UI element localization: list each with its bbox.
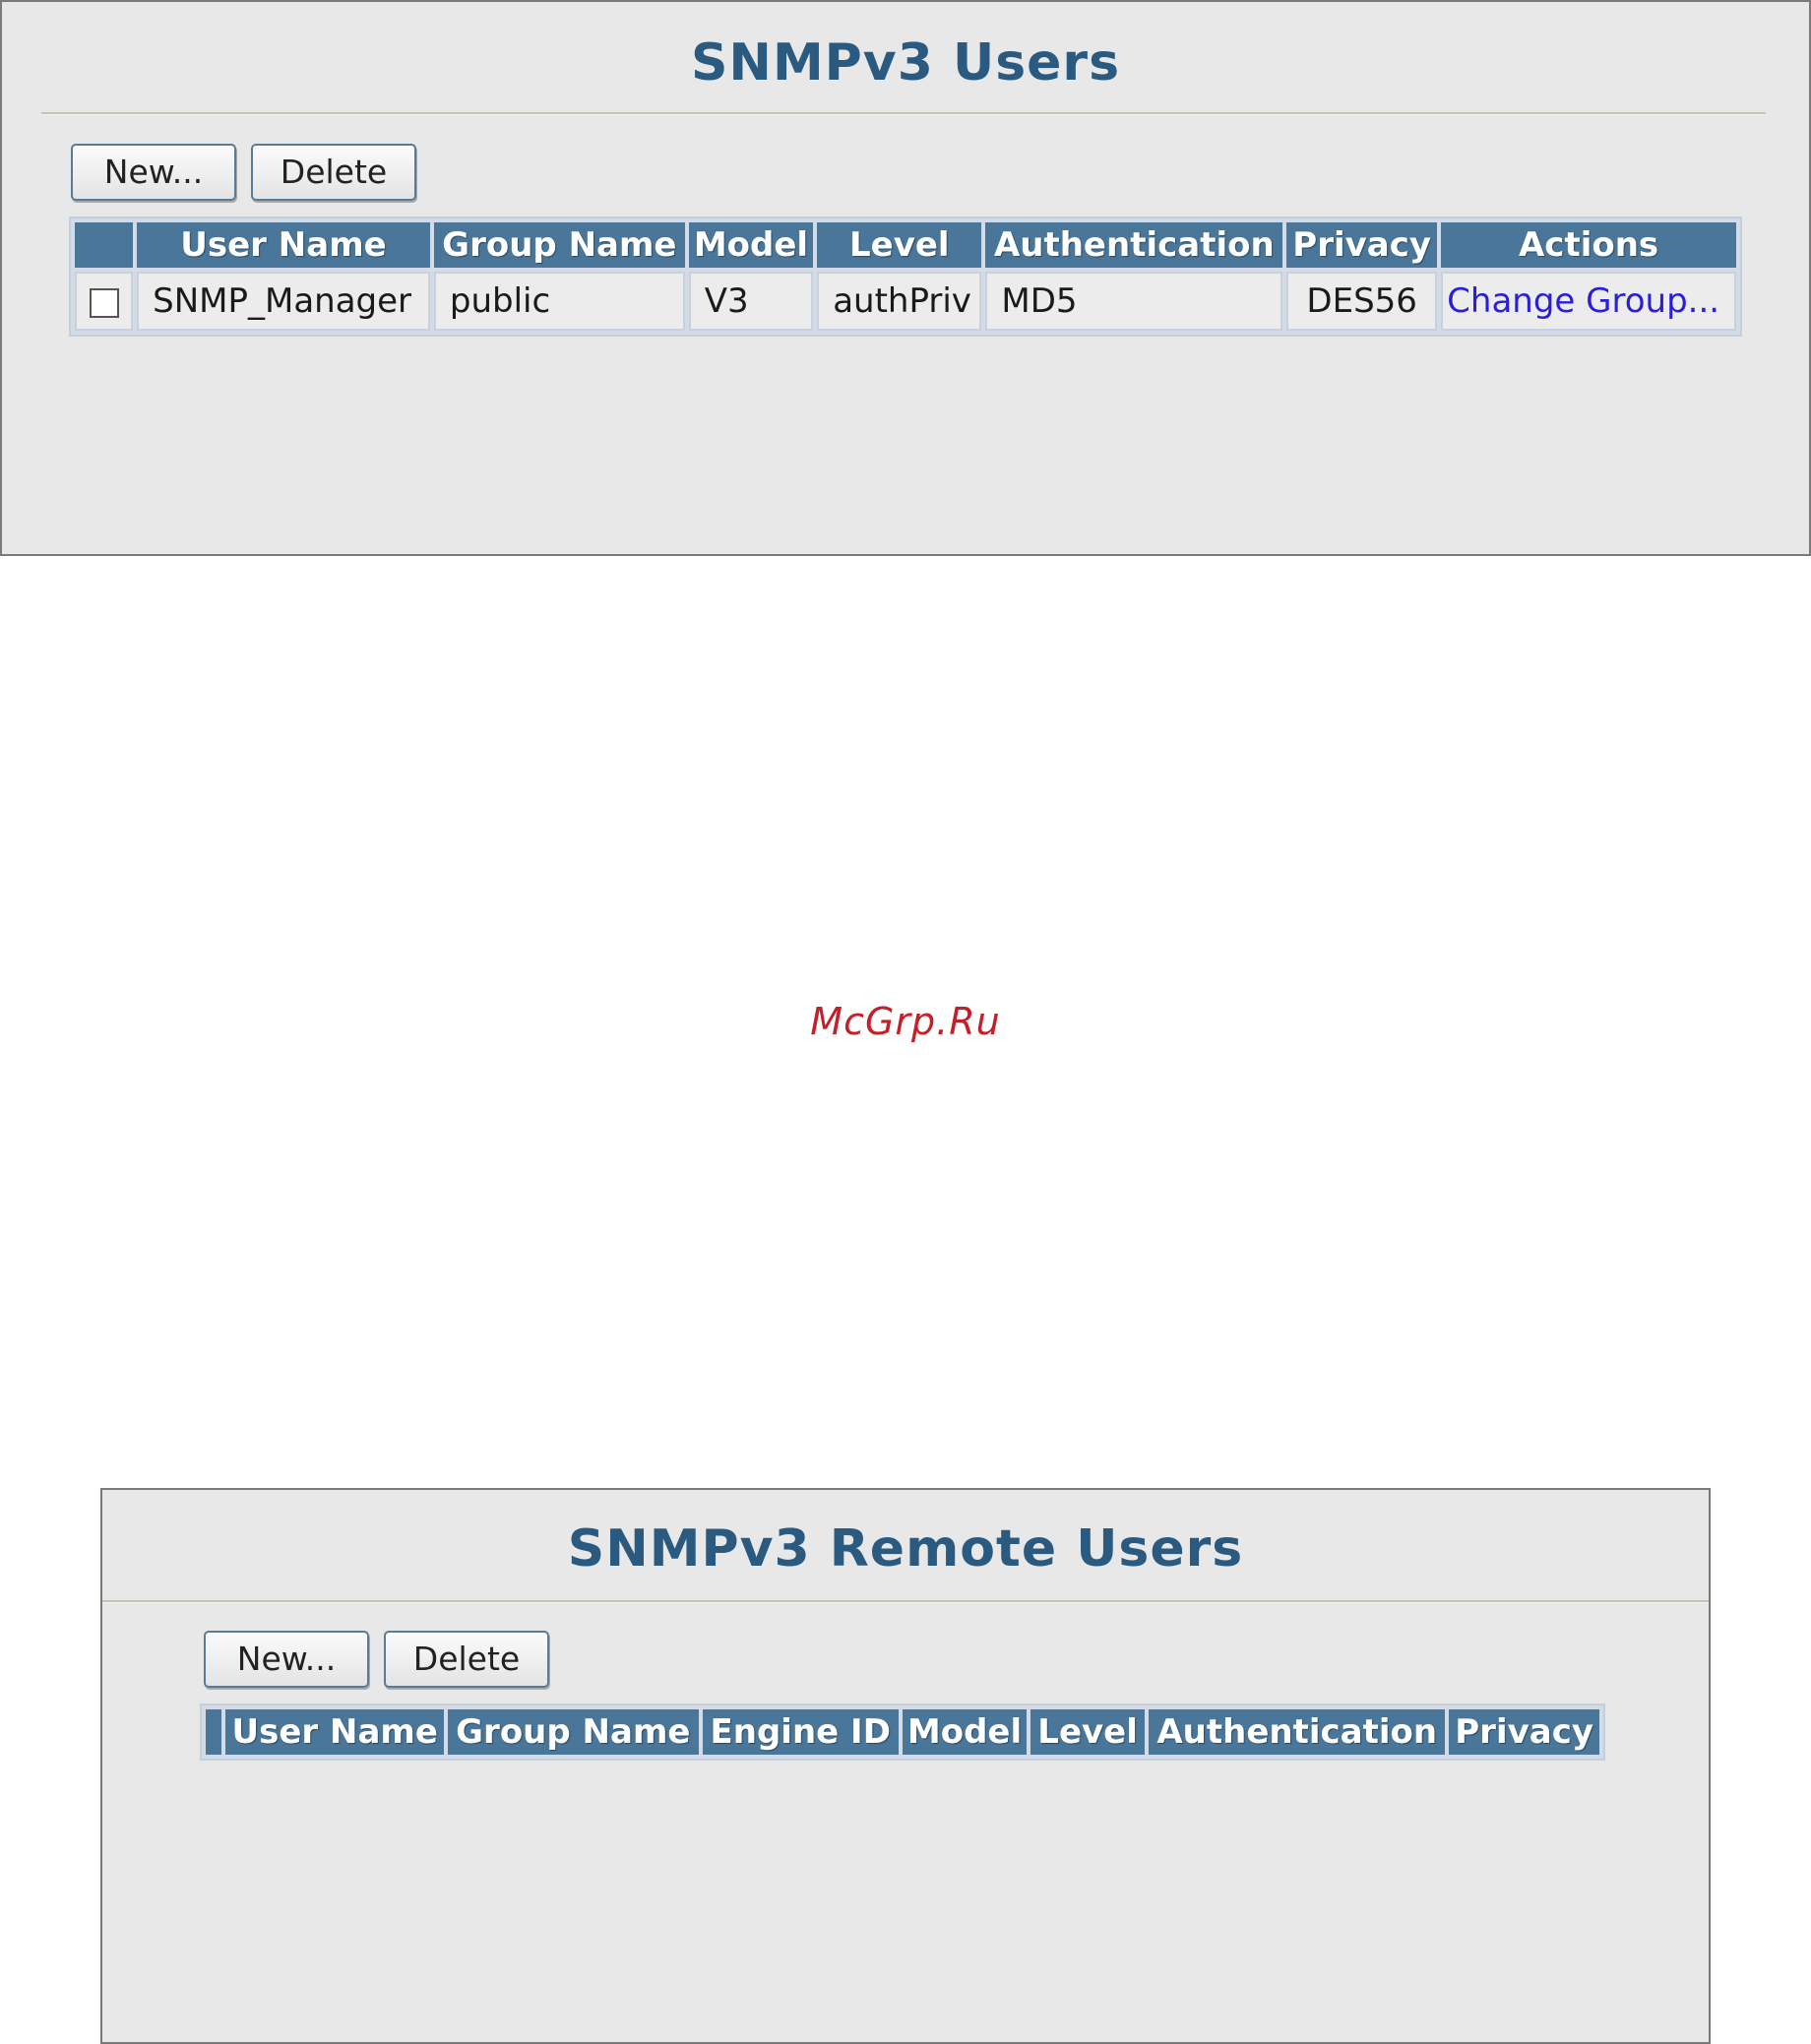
header-select xyxy=(206,1709,222,1755)
header-engine-id: Engine ID xyxy=(702,1709,899,1755)
row-select-cell xyxy=(75,272,134,331)
title-divider xyxy=(41,112,1766,115)
header-privacy: Privacy xyxy=(1449,1709,1599,1755)
page-title: SNMPv3 Users xyxy=(690,33,1121,93)
new-user-button[interactable]: New... xyxy=(71,144,236,201)
cell-user-name: SNMP_Manager xyxy=(137,272,430,331)
cell-group-name: public xyxy=(433,272,685,331)
table-header-row: User Name Group Name Model Level Authent… xyxy=(75,222,1736,268)
header-group-name: Group Name xyxy=(433,222,685,268)
header-authentication: Authentication xyxy=(985,222,1283,268)
new-remote-user-button[interactable]: New... xyxy=(204,1631,369,1688)
table-row: SNMP_Manager public V3 authPriv MD5 DES5… xyxy=(75,272,1736,331)
delete-user-button[interactable]: Delete xyxy=(251,144,416,201)
snmpv3-remote-users-panel: SNMPv3 Remote Users New... Delete User N… xyxy=(100,1488,1711,2044)
table-header-row: User Name Group Name Engine ID Model Lev… xyxy=(206,1709,1599,1755)
header-model: Model xyxy=(902,1709,1028,1755)
cell-model: V3 xyxy=(688,272,814,331)
header-user-name: User Name xyxy=(225,1709,445,1755)
header-user-name: User Name xyxy=(137,222,430,268)
watermark-text: McGrp.Ru xyxy=(810,1000,1001,1043)
cell-level: authPriv xyxy=(817,272,982,331)
page-title: SNMPv3 Remote Users xyxy=(567,1519,1244,1579)
remote-users-table: User Name Group Name Engine ID Model Lev… xyxy=(200,1703,1605,1761)
header-model: Model xyxy=(688,222,814,268)
cell-privacy: DES56 xyxy=(1286,272,1438,331)
cell-authentication: MD5 xyxy=(985,272,1283,331)
header-level: Level xyxy=(1030,1709,1146,1755)
header-group-name: Group Name xyxy=(448,1709,699,1755)
row-checkbox[interactable] xyxy=(89,287,119,318)
delete-remote-user-button[interactable]: Delete xyxy=(384,1631,549,1688)
header-authentication: Authentication xyxy=(1149,1709,1446,1755)
header-select xyxy=(75,222,134,268)
header-level: Level xyxy=(817,222,982,268)
users-table: User Name Group Name Model Level Authent… xyxy=(69,217,1742,337)
title-divider xyxy=(102,1600,1709,1603)
change-group-link[interactable]: Change Group... xyxy=(1447,281,1719,321)
header-privacy: Privacy xyxy=(1286,222,1438,268)
header-actions: Actions xyxy=(1441,222,1736,268)
snmpv3-users-panel: SNMPv3 Users New... Delete User Name Gro… xyxy=(0,0,1811,556)
cell-actions: Change Group... xyxy=(1441,272,1736,331)
